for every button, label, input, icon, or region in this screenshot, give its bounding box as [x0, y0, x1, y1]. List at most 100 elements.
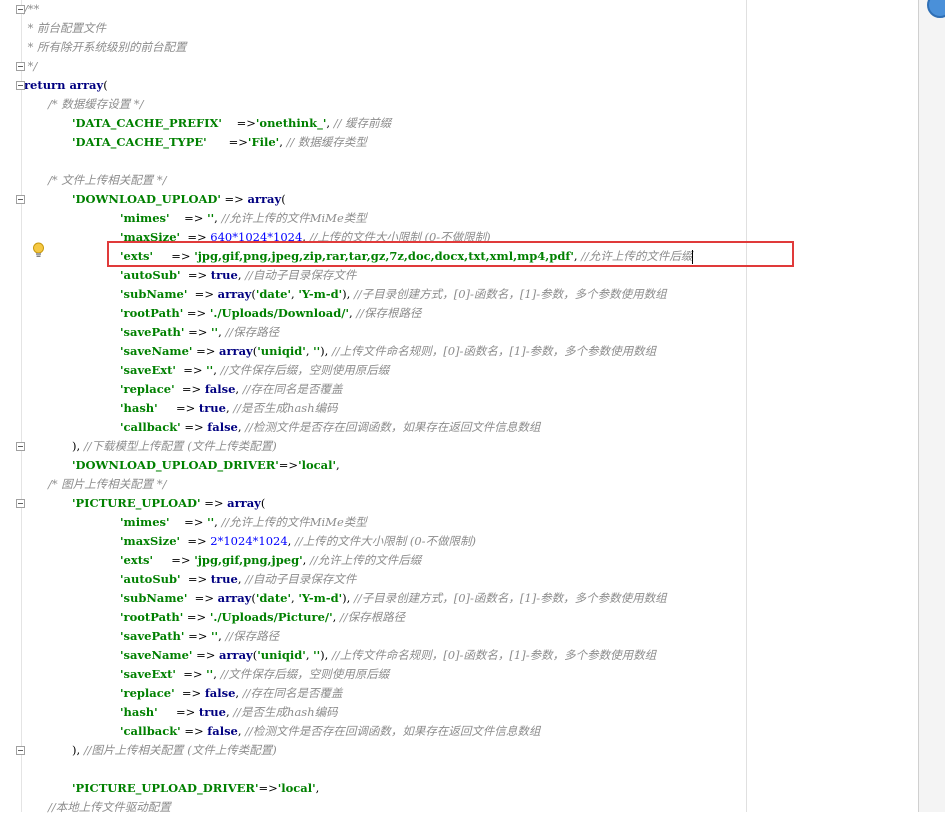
code-token: //检测文件是否存在回调函数，如果存在返回文件信息数组: [245, 724, 541, 738]
code-token: ,: [213, 363, 221, 377]
code-token: =>: [174, 686, 205, 700]
info-icon[interactable]: [927, 0, 945, 18]
fold-marker-icon[interactable]: [16, 81, 25, 90]
code-token: 'replace': [120, 686, 175, 700]
code-token: //允许上传的文件MiMe类型: [221, 211, 367, 225]
code-token: true: [198, 705, 226, 719]
code-token: =>: [180, 724, 208, 738]
code-line: 'autoSub' => true, //自动子目录保存文件: [120, 266, 356, 285]
code-line: 'mimes' => '', //允许上传的文件MiMe类型: [120, 209, 367, 228]
code-line: /**: [24, 0, 39, 19]
code-line: 'saveName' => array('uniqid', ''), //上传文…: [120, 646, 656, 665]
code-token: 2*1024*1024: [210, 534, 288, 548]
code-token: //上传的文件大小限制 (0-不做限制): [294, 534, 477, 548]
fold-marker-icon[interactable]: [16, 62, 25, 71]
code-token: //上传文件命名规则，[0]-函数名，[1]-参数，多个参数使用数组: [331, 648, 657, 662]
code-line: 'mimes' => '', //允许上传的文件MiMe类型: [120, 513, 367, 532]
code-token: =>: [258, 781, 278, 795]
code-line: * 所有除开系统级别的前台配置: [24, 38, 187, 57]
highlight-box: [107, 241, 794, 267]
code-line: 'autoSub' => true, //自动子目录保存文件: [120, 570, 356, 589]
code-token: =>: [180, 268, 211, 282]
fold-marker-icon[interactable]: [16, 746, 25, 755]
code-token: 'onethink_': [255, 116, 327, 130]
code-token: //图片上传相关配置 (文件上传类配置): [83, 743, 277, 757]
code-token: ,: [287, 534, 295, 548]
fold-marker-icon[interactable]: [16, 499, 25, 508]
code-token: 'Y-m-d': [298, 591, 343, 605]
fold-marker-icon[interactable]: [16, 195, 25, 204]
code-token: 'subName': [120, 591, 188, 605]
code-token: =>: [180, 534, 211, 548]
code-token: ,: [332, 610, 340, 624]
fold-marker-icon[interactable]: [16, 442, 25, 451]
code-token: return array: [24, 78, 104, 92]
code-token: false: [204, 686, 236, 700]
code-token: //子目录创建方式，[0]-函数名，[1]-参数，多个参数使用数组: [353, 287, 667, 301]
code-token: //允许上传的文件后缀: [309, 553, 422, 567]
code-token: './Uploads/Download/': [209, 306, 349, 320]
code-token: (: [103, 78, 108, 92]
code-line: 'PICTURE_UPLOAD' => array(: [72, 494, 265, 513]
code-token: =>: [221, 116, 256, 130]
code-token: //检测文件是否存在回调函数，如果存在返回文件信息数组: [245, 420, 541, 434]
code-token: ,: [235, 686, 243, 700]
code-token: =>: [192, 344, 220, 358]
code-token: * 前台配置文件: [24, 21, 107, 35]
code-line: return array(: [24, 76, 108, 95]
code-token: //上传文件命名规则，[0]-函数名，[1]-参数，多个参数使用数组: [331, 344, 657, 358]
code-token: array: [227, 496, 261, 510]
code-token: true: [210, 572, 238, 586]
code-token: false: [207, 420, 238, 434]
code-token: array: [219, 648, 253, 662]
code-token: /* 数据缓存设置 */: [48, 97, 144, 111]
code-line: 'rootPath' => './Uploads/Picture/', //保存…: [120, 608, 405, 627]
code-line: 'saveExt' => '', //文件保存后缀，空则使用原后缀: [120, 665, 389, 684]
code-line: 'DOWNLOAD_UPLOAD_DRIVER'=>'local',: [72, 456, 340, 475]
right-scroll-panel[interactable]: [918, 0, 945, 812]
code-line: 'savePath' => '', //保存路径: [120, 323, 279, 342]
code-token: array: [219, 344, 253, 358]
code-token: 'mimes': [120, 211, 170, 225]
code-token: array: [247, 192, 282, 206]
code-line: 'callback' => false, //检测文件是否存在回调函数，如果存在…: [120, 418, 540, 437]
code-token: 'DATA_CACHE_TYPE': [72, 135, 207, 149]
code-line: 'replace' => false, //存在同名是否覆盖: [120, 684, 342, 703]
code-token: /* 图片上传相关配置 */: [48, 477, 167, 491]
code-token: =>: [175, 667, 207, 681]
code-token: =>: [184, 325, 212, 339]
code-token: (: [260, 496, 266, 510]
code-token: =>: [220, 192, 248, 206]
code-token: //允许上传的文件MiMe类型: [221, 515, 367, 529]
code-token: array: [217, 287, 252, 301]
code-token: =>: [183, 306, 210, 320]
code-token: 'File': [247, 135, 280, 149]
code-token: 'hash': [120, 401, 158, 415]
code-token: 'savePath': [120, 629, 185, 643]
code-line: ), //图片上传相关配置 (文件上传类配置): [72, 741, 277, 760]
code-token: =>: [157, 401, 199, 415]
code-token: =>: [187, 287, 218, 301]
code-token: //子目录创建方式，[0]-函数名，[1]-参数，多个参数使用数组: [353, 591, 667, 605]
code-token: =>: [278, 458, 299, 472]
code-token: //文件保存后缀，空则使用原后缀: [220, 363, 390, 377]
code-token: =>: [153, 553, 195, 567]
code-token: array: [217, 591, 252, 605]
code-token: false: [207, 724, 238, 738]
code-line: 'subName' => array('date', 'Y-m-d'), //子…: [120, 285, 667, 304]
code-token: //存在同名是否覆盖: [242, 686, 343, 700]
code-token: =>: [157, 705, 199, 719]
code-line: 'DOWNLOAD_UPLOAD' => array(: [72, 190, 286, 209]
code-token: 'jpg,gif,png,jpeg': [194, 553, 303, 567]
code-token: */: [24, 59, 38, 73]
code-token: =>: [175, 363, 207, 377]
code-line: //本地上传文件驱动配置: [48, 798, 171, 817]
code-line: /* 数据缓存设置 */: [48, 95, 144, 114]
code-token: //下载模型上传配置 (文件上传类配置): [83, 439, 277, 453]
fold-marker-icon[interactable]: [16, 5, 25, 14]
code-token: 'saveExt': [120, 363, 176, 377]
lightbulb-icon[interactable]: [32, 242, 45, 258]
code-token: //保存根路径: [356, 306, 422, 320]
code-line: 'PICTURE_UPLOAD_DRIVER'=>'local',: [72, 779, 319, 798]
code-token: 'callback': [120, 724, 181, 738]
